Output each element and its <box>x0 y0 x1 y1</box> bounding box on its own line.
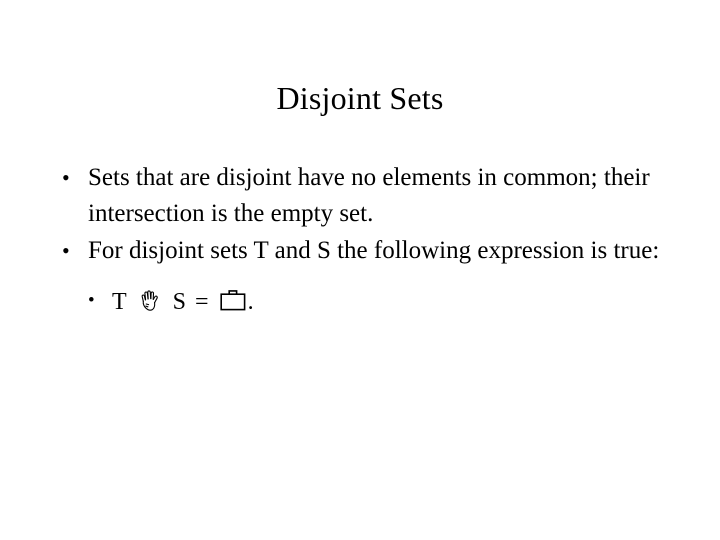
list-item-label: For disjoint sets T and S the following … <box>88 237 660 264</box>
formula-equals-sign: = <box>195 289 209 315</box>
slide-canvas: Disjoint Sets • Sets that are disjoint h… <box>0 0 720 540</box>
slide-body: • Sets that are disjoint have no element… <box>62 160 662 320</box>
page-title: Disjoint Sets <box>276 80 444 116</box>
list-item: • For disjoint sets T and S the followin… <box>62 233 662 269</box>
bullet-marker-icon: • <box>62 238 70 263</box>
list-item: • Sets that are disjoint have no element… <box>62 160 662 232</box>
list-item-formula: • T S = . <box>88 283 662 320</box>
bullet-marker-icon: • <box>62 165 70 190</box>
formula-terminator: . <box>247 289 254 315</box>
formula-expression: T S = . <box>112 283 662 320</box>
list-item-label: Sets that are disjoint have no elements … <box>88 164 650 227</box>
formula-right-operand: S <box>172 289 187 315</box>
formula-left-operand: T <box>112 289 127 315</box>
open-hand-icon <box>138 287 162 313</box>
briefcase-icon <box>218 288 248 312</box>
bullet-marker-icon: • <box>88 290 95 311</box>
